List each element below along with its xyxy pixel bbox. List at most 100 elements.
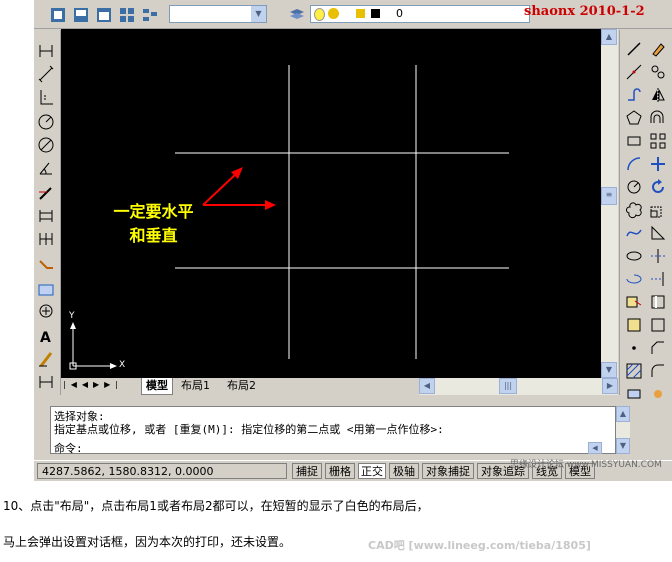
toggle-grid[interactable]: 栅格 [325, 463, 355, 479]
dimension-toolbar: A [34, 30, 61, 395]
chevron-down-icon[interactable]: ▼ [251, 6, 266, 22]
vertical-scrollbar[interactable]: ▲ ≡ ▼ [601, 29, 618, 378]
scroll-thumb[interactable]: ≡ [601, 187, 617, 205]
tab-layout2[interactable]: 布局2 [223, 378, 260, 394]
ucs-icon [69, 322, 117, 370]
tab-layout1[interactable]: 布局1 [177, 378, 214, 394]
join-icon[interactable] [649, 316, 667, 334]
toggle-snap[interactable]: 捕捉 [292, 463, 322, 479]
draw-modify-toolbar [619, 30, 672, 399]
command-line2: 指定基点或位移, 或者 [重复(M)]: 指定位移的第二点或 <用第一点作位移>… [54, 423, 444, 436]
layer-manager-icon[interactable] [48, 5, 68, 25]
radius-dimension-icon[interactable] [37, 113, 55, 131]
command-prompt[interactable]: 命令: [54, 440, 83, 456]
insert-block-icon[interactable] [625, 293, 643, 311]
footer-watermark: CAD吧 [www.lineeg.com/tieba/1805] [368, 539, 591, 552]
svg-text:A: A [40, 330, 51, 345]
sun-icon [328, 8, 339, 19]
rotate-icon[interactable] [649, 178, 667, 196]
linear-dimension-icon[interactable] [37, 42, 55, 60]
arc-icon[interactable] [625, 155, 643, 173]
line-icon[interactable] [625, 40, 643, 58]
author-watermark: shaonx 2010-1-2 [524, 4, 645, 19]
cmd-scroll-down-icon[interactable]: ▼ [616, 438, 630, 454]
save-icon[interactable] [71, 5, 91, 25]
chamfer-icon[interactable] [649, 339, 667, 357]
extend-icon[interactable] [649, 270, 667, 288]
angular-dimension-icon[interactable] [37, 159, 55, 177]
tab-model[interactable]: 模型 [141, 378, 173, 395]
fillet-icon[interactable] [649, 362, 667, 380]
command-scrollbar[interactable]: ▲ ▼ [616, 406, 630, 454]
command-history[interactable]: 选择对象: 指定基点或位移, 或者 [重复(M)]: 指定位移的第二点或 <用第… [50, 406, 616, 456]
polygon-icon[interactable] [625, 109, 643, 127]
toggle-osnap[interactable]: 对象捕捉 [422, 463, 474, 479]
bulb-icon [314, 8, 325, 21]
cmd-scroll-up-icon[interactable]: ▲ [616, 406, 630, 422]
tolerance-icon[interactable] [37, 281, 55, 299]
array-icon[interactable] [649, 132, 667, 150]
scroll-down-icon[interactable]: ▼ [601, 362, 617, 378]
center-mark-icon[interactable] [37, 302, 55, 320]
hatch-icon[interactable] [625, 362, 643, 380]
offset-icon[interactable] [649, 109, 667, 127]
move-icon[interactable] [649, 155, 667, 173]
scroll-up-icon[interactable]: ▲ [601, 29, 617, 45]
quick-dimension-icon[interactable] [37, 184, 55, 202]
horizontal-scrollbar[interactable]: ◀ ||| ▶ [419, 378, 618, 395]
ordinate-dimension-icon[interactable] [37, 88, 55, 106]
site-watermark: 思缘设计论坛 www.MISSYUAN.COM [510, 460, 662, 470]
annotation-line1: 一定要水平 [113, 202, 194, 221]
ellipse-arc-icon[interactable] [625, 270, 643, 288]
dimension-update-icon[interactable] [37, 373, 55, 391]
annotation-line2: 和垂直 [129, 226, 178, 245]
window-icon[interactable] [94, 5, 114, 25]
copy-icon[interactable] [649, 63, 667, 81]
dimension-text-edit-icon[interactable] [37, 350, 55, 368]
trim-icon[interactable] [649, 247, 667, 265]
erase-icon[interactable] [649, 40, 667, 58]
tab-navigation-icon[interactable]: |◀◀▶▶| [63, 380, 123, 393]
spline-icon[interactable] [625, 224, 643, 242]
cmd-hscroll-left-icon[interactable]: ◀ [588, 442, 602, 454]
tool-palette-icon[interactable] [140, 5, 160, 25]
dimension-edit-icon[interactable]: A [37, 327, 55, 345]
scroll-right-icon[interactable]: ▶ [602, 378, 618, 394]
baseline-dimension-icon[interactable] [37, 207, 55, 225]
grid-icon[interactable] [117, 5, 137, 25]
construction-line-icon[interactable] [625, 63, 643, 81]
color-swatch-icon [371, 9, 380, 18]
revision-cloud-icon[interactable] [625, 201, 643, 219]
scale-icon[interactable] [649, 201, 667, 219]
circle-icon[interactable] [625, 178, 643, 196]
break-icon[interactable] [649, 293, 667, 311]
point-icon[interactable] [625, 339, 643, 357]
caption-line1: 10、点击"布局"，点击布局1或者布局2都可以，在短暂的显示了白色的布局后， [3, 499, 429, 513]
layer-value: 0 [396, 7, 403, 20]
continue-dimension-icon[interactable] [37, 230, 55, 248]
layer-select[interactable]: 0 [310, 5, 530, 23]
make-block-icon[interactable] [625, 316, 643, 334]
toggle-ortho[interactable]: 正交 [358, 463, 386, 479]
mirror-icon[interactable] [649, 86, 667, 104]
workspace-select[interactable]: ▼ [169, 5, 267, 23]
drawing-canvas[interactable]: 一定要水平 和垂直 Y X [61, 29, 601, 378]
coordinate-display[interactable]: 4287.5862, 1580.8312, 0.0000 [37, 463, 287, 479]
hscroll-thumb[interactable]: ||| [499, 378, 517, 394]
leader-icon[interactable] [37, 258, 55, 276]
ellipse-icon[interactable] [625, 247, 643, 265]
scroll-left-icon[interactable]: ◀ [419, 378, 435, 394]
top-toolbar: ▼ 0 shaonx 2010-1-2 [34, 0, 672, 29]
rectangle-icon[interactable] [625, 132, 643, 150]
red-arrow-right [203, 200, 276, 210]
polyline-icon[interactable] [625, 86, 643, 104]
stretch-icon[interactable] [649, 224, 667, 242]
region-icon[interactable] [625, 385, 643, 399]
status-bar: 4287.5862, 1580.8312, 0.0000 捕捉 栅格 正交 极轴… [34, 460, 672, 481]
caption-line2: 马上会弹出设置对话框，因为本次的打印，还未设置。 [3, 535, 292, 549]
diameter-dimension-icon[interactable] [37, 136, 55, 154]
layers-icon[interactable] [287, 5, 307, 25]
explode-icon[interactable] [649, 385, 667, 398]
aligned-dimension-icon[interactable] [37, 65, 55, 83]
toggle-polar[interactable]: 极轴 [389, 463, 419, 479]
